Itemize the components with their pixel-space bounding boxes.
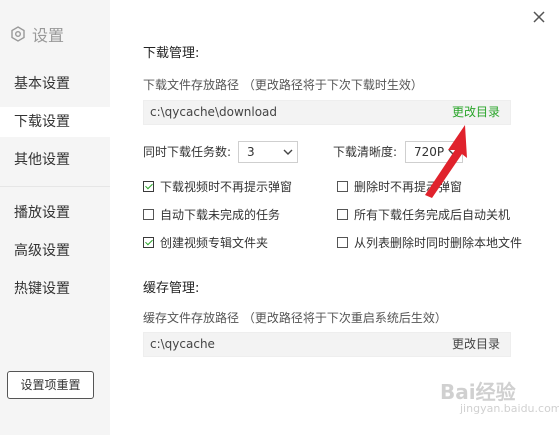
option-label: 所有下载任务完成后自动关机 bbox=[354, 208, 511, 222]
tasks-select[interactable]: 3 bbox=[238, 141, 298, 163]
download-path-hint: 下载文件存放路径 （更改路径将于下次下载时生效） bbox=[143, 78, 423, 92]
sidebar-item-hotkeys[interactable]: 热键设置 bbox=[0, 274, 110, 304]
option-auto-resume[interactable]: 自动下载未完成的任务 bbox=[143, 206, 280, 223]
sidebar-item-basic[interactable]: 基本设置 bbox=[0, 69, 110, 99]
option-delete-local-file[interactable]: 从列表删除时同时删除本地文件 bbox=[337, 234, 522, 251]
annotation-arrow-icon bbox=[425, 125, 467, 198]
checkbox[interactable] bbox=[143, 209, 154, 220]
sidebar-item-other[interactable]: 其他设置 bbox=[0, 145, 110, 175]
checkbox[interactable] bbox=[337, 181, 348, 192]
option-label: 下载视频时不再提示弹窗 bbox=[160, 180, 293, 194]
checkbox[interactable] bbox=[143, 181, 154, 192]
watermark-logo: Bai经验 bbox=[440, 380, 516, 404]
download-heading: 下载管理: bbox=[143, 46, 200, 61]
option-label: 从列表删除时同时删除本地文件 bbox=[354, 236, 523, 250]
chevron-down-icon bbox=[283, 149, 293, 155]
sidebar-divider bbox=[0, 186, 110, 187]
settings-title: 设置 bbox=[10, 22, 64, 46]
option-label: 创建视频专辑文件夹 bbox=[160, 236, 269, 250]
checkbox[interactable] bbox=[143, 237, 154, 248]
sidebar-item-playback[interactable]: 播放设置 bbox=[0, 198, 110, 228]
option-no-popup-download[interactable]: 下载视频时不再提示弹窗 bbox=[143, 178, 292, 195]
sidebar-item-advanced[interactable]: 高级设置 bbox=[0, 236, 110, 266]
option-label: 自动下载未完成的任务 bbox=[160, 208, 281, 222]
sidebar-item-download[interactable]: 下载设置 bbox=[0, 107, 110, 137]
option-auto-shutdown[interactable]: 所有下载任务完成后自动关机 bbox=[337, 206, 510, 223]
option-album-folder[interactable]: 创建视频专辑文件夹 bbox=[143, 234, 268, 251]
cache-path-hint: 缓存文件存放路径 （更改路径将于下次重启系统后生效） bbox=[143, 311, 447, 325]
close-icon[interactable] bbox=[532, 10, 546, 24]
cache-path-value: c:\qycache bbox=[150, 337, 215, 351]
tasks-label: 同时下载任务数: bbox=[143, 145, 232, 159]
settings-title-text: 设置 bbox=[32, 26, 65, 45]
cache-heading: 缓存管理: bbox=[143, 281, 200, 296]
download-path-value: c:\qycache\download bbox=[150, 105, 278, 119]
settings-gear-icon bbox=[11, 26, 25, 42]
checkbox[interactable] bbox=[337, 209, 348, 220]
watermark-url: jingyan.baidu.com bbox=[460, 402, 559, 415]
cache-change-dir-button[interactable]: 更改目录 bbox=[452, 333, 500, 356]
quality-label: 下载清晰度: bbox=[333, 145, 398, 159]
cache-path-field[interactable]: c:\qycache 更改目录 bbox=[143, 332, 511, 357]
reset-settings-button[interactable]: 设置项重置 bbox=[7, 371, 94, 399]
checkbox[interactable] bbox=[337, 237, 348, 248]
sidebar: 设置 基本设置 下载设置 其他设置 播放设置 高级设置 热键设置 设置项重置 bbox=[0, 0, 110, 435]
tasks-select-value: 3 bbox=[247, 145, 255, 159]
